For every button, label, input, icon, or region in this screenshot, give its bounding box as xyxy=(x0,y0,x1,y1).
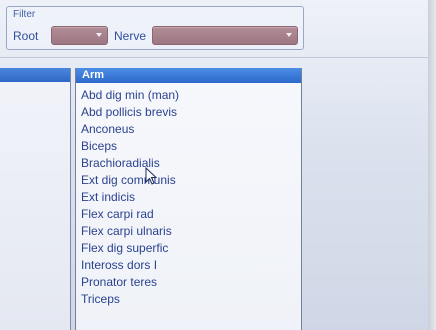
muscle-list[interactable]: Arm Abd dig min (man) Abd pollicis brevi… xyxy=(75,68,302,330)
filter-title: Filter xyxy=(13,9,36,20)
screen-edge xyxy=(428,0,436,330)
chevron-down-icon xyxy=(286,33,292,37)
divider xyxy=(0,57,428,58)
muscle-item-ext-dig-communis[interactable]: Ext dig communis xyxy=(81,172,291,189)
muscle-item-flex-carpi-ulnaris[interactable]: Flex carpi ulnaris xyxy=(81,223,291,240)
muscle-item-triceps[interactable]: Triceps xyxy=(81,291,291,308)
nerve-label: Nerve xyxy=(114,29,147,43)
muscle-item-flex-dig-superfic[interactable]: Flex dig superfic xyxy=(81,240,291,257)
muscle-item-pronator-teres[interactable]: Pronator teres xyxy=(81,274,291,291)
muscle-item-flex-carpi-rad[interactable]: Flex carpi rad xyxy=(81,206,291,223)
selected-category-row[interactable] xyxy=(0,68,70,82)
root-dropdown[interactable] xyxy=(51,26,108,45)
muscle-item-abd-pollicis-brevis[interactable]: Abd pollicis brevis xyxy=(81,104,291,121)
muscle-item-anconeus[interactable]: Anconeus xyxy=(81,121,291,138)
category-list[interactable] xyxy=(0,68,71,330)
muscle-item-ext-indicis[interactable]: Ext indicis xyxy=(81,189,291,206)
muscle-item-abd-dig-min[interactable]: Abd dig min (man) xyxy=(81,87,291,104)
chevron-down-icon xyxy=(96,33,102,37)
muscle-item-biceps[interactable]: Biceps xyxy=(81,138,291,155)
app-window: Filter Root Nerve Arm Abd dig min (man) … xyxy=(0,0,436,330)
root-label: Root xyxy=(13,29,39,43)
muscle-item-brachioradialis[interactable]: Brachioradialis xyxy=(81,155,291,172)
list-header[interactable]: Arm xyxy=(76,68,301,83)
nerve-dropdown[interactable] xyxy=(152,26,298,45)
muscle-item-inteross-dors-i[interactable]: Inteross dors I xyxy=(81,257,291,274)
mouse-pointer-icon xyxy=(145,167,157,185)
